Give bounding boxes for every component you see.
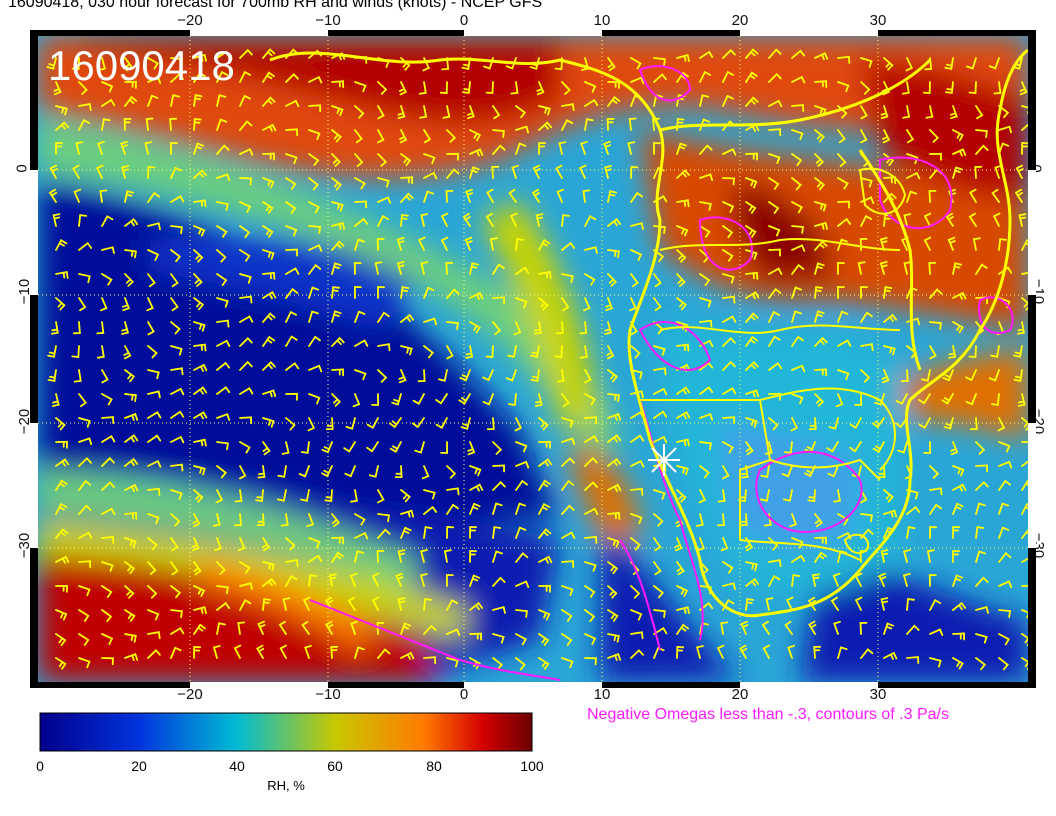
colorbar-unit-label: RH, % [267, 778, 305, 793]
rh-colorbar [39, 712, 533, 752]
colorbar-tick-0: 0 [36, 758, 44, 774]
colorbar-tick-40: 40 [229, 758, 245, 774]
map-date-stamp: 16090418 [48, 42, 235, 89]
map-field: 16090418 [38, 36, 1028, 682]
colorbar-tick-60: 60 [327, 758, 343, 774]
colorbar-tick-20: 20 [131, 758, 147, 774]
omega-legend-note: Negative Omegas less than -.3, contours … [587, 706, 949, 723]
colorbar-tick-100: 100 [520, 758, 544, 774]
rh-wind-map: 16090418 [30, 30, 1036, 752]
star-marker [648, 444, 680, 476]
colorbar-tick-80: 80 [426, 758, 442, 774]
